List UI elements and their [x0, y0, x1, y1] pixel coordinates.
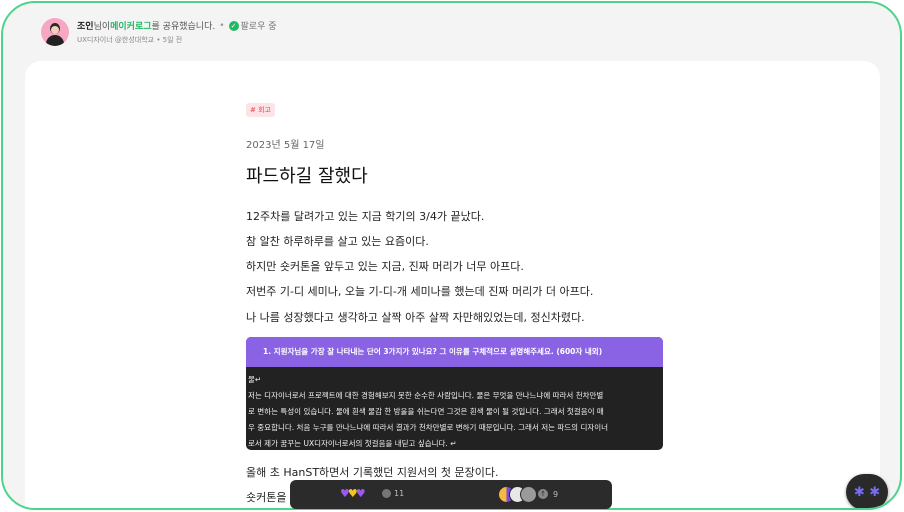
paragraph: 올해 초 HanST하면서 기록했던 지원서의 첫 문장이다.	[246, 466, 499, 479]
avatar	[520, 486, 537, 503]
paragraph: 하지만 숏커톤을 앞두고 있는 지금, 진짜 머리가 너무 아프다.	[246, 260, 524, 273]
post-title: 파드하길 잘했다	[246, 166, 368, 187]
check-icon: ✓	[228, 20, 239, 31]
share-info: 조인 님이 메이커로그 를 공유했습니다. • ✓ 팔로우 중 UX디자이너 @…	[77, 19, 277, 45]
embed-body: 물↵ 저는 디자이너로서 프로젝트에 대한 경험해보지 못한 순수한 사람입니다…	[246, 367, 663, 450]
embed-line: 우 중요합니다. 처음 누구를 만나느냐에 따라서 결과가 천차만별로 변하기 …	[248, 423, 609, 432]
share-line: 조인 님이 메이커로그 를 공유했습니다. • ✓ 팔로우 중	[77, 19, 277, 32]
reaction-count: 11	[394, 489, 405, 498]
reaction-icon	[382, 489, 391, 498]
embed-line: 저는 디자이너로서 프로젝트에 대한 경험해보지 못한 순수한 사람입니다. 물…	[248, 391, 604, 400]
share-text-a: 님이	[93, 22, 111, 32]
purple-heart-icon: ♥	[355, 487, 366, 500]
sparkle-icon: ✱ ✱	[853, 484, 881, 500]
avatar[interactable]	[41, 18, 69, 46]
arrow-up-icon: ↑	[538, 489, 548, 499]
post-date: 2023년 5월 17일	[246, 140, 325, 151]
share-meta: UX디자이너 @한성대학교 • 5일 전	[77, 36, 183, 44]
follow-status[interactable]: 팔로우 중	[241, 19, 277, 32]
reaction-counter[interactable]: 11	[382, 489, 404, 498]
post-tag[interactable]: # 회고	[246, 103, 275, 117]
embed-line: 로서 제가 꿈꾸는 UX디자이너로서의 첫걸음을 내딛고 싶습니다. ↵	[248, 439, 457, 448]
paragraph: 저번주 기-디 세미나, 오늘 기-디-개 세미나를 했는데 진짜 머리가 더 …	[246, 285, 594, 298]
group-link[interactable]: 메이커로그	[110, 19, 151, 32]
embed-line: 로 변하는 특성이 있습니다. 물에 흰색 물감 한 방울을 쉬는다면 그것은 …	[248, 407, 604, 416]
viewer-avatars[interactable]	[498, 486, 537, 503]
share-text-b: 를 공유했습니다.	[151, 22, 216, 32]
share-header: 조인 님이 메이커로그 를 공유했습니다. • ✓ 팔로우 중 UX디자이너 @…	[41, 16, 277, 48]
app-frame: 조인 님이 메이커로그 를 공유했습니다. • ✓ 팔로우 중 UX디자이너 @…	[1, 1, 902, 510]
separator-dot: •	[219, 20, 225, 31]
post-card: # 회고 2023년 5월 17일 파드하길 잘했다 12주차를 달려가고 있는…	[25, 61, 880, 508]
sparkle-button[interactable]: ✱ ✱	[846, 474, 888, 508]
quoted-application-block: 1. 지원자님을 가장 잘 나타내는 단어 3가지가 있나요? 그 이유를 구체…	[246, 337, 663, 450]
paragraph: 참 알찬 하루하루를 살고 있는 요즘이다.	[246, 235, 429, 248]
view-count: 9	[553, 489, 559, 499]
paragraph: 12주차를 달려가고 있는 지금 학기의 3/4가 끝났다.	[246, 210, 485, 223]
reaction-bar: ♥ ♥ ♥ 11 ↑ 9	[290, 480, 612, 509]
embed-line: 물↵	[248, 375, 262, 384]
reaction-hearts[interactable]: ♥ ♥ ♥	[340, 487, 366, 500]
view-counter[interactable]: ↑ 9	[538, 489, 558, 499]
embed-question: 1. 지원자님을 가장 잘 나타내는 단어 3가지가 있나요? 그 이유를 구체…	[246, 337, 663, 367]
user-name[interactable]: 조인	[77, 19, 94, 32]
paragraph: 나 나름 성장했다고 생각하고 살짝 아주 살짝 자만해있었는데, 정신차렸다.	[246, 311, 585, 324]
